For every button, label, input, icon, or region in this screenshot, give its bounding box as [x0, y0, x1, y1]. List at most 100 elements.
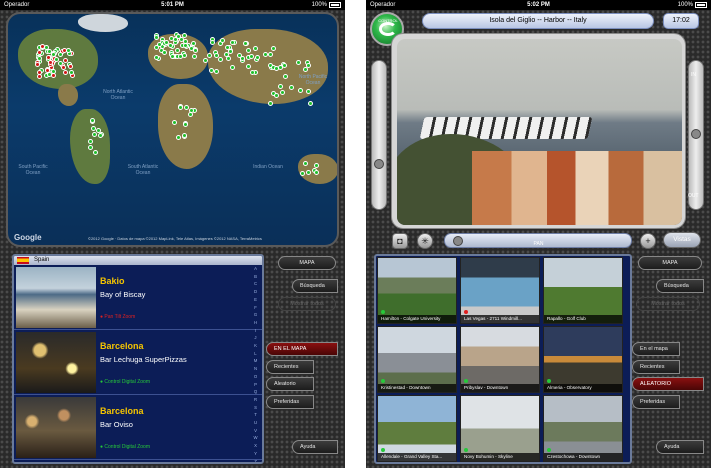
webcam-pin-icon[interactable] — [302, 161, 308, 167]
webcam-pin-icon[interactable] — [229, 39, 235, 45]
camera-grid[interactable]: Hamilton - Colgate University Las Vegas -… — [374, 254, 632, 464]
webcam-pin-icon[interactable] — [224, 44, 230, 50]
index-letter[interactable]: R — [254, 396, 257, 404]
webcam-pin-icon[interactable] — [182, 121, 188, 127]
zoom-slider[interactable] — [688, 60, 704, 210]
index-letter[interactable]: F — [254, 304, 257, 312]
webcam-pin-icon[interactable] — [282, 73, 288, 79]
index-letter[interactable]: L — [254, 350, 256, 358]
index-letter[interactable]: T — [254, 411, 257, 419]
mostrar-todos-button[interactable]: Mostrar todos — [278, 297, 336, 311]
index-letter[interactable]: W — [253, 434, 257, 442]
webcam-pin-icon[interactable] — [267, 52, 273, 58]
webcam-pin-icon[interactable] — [296, 59, 302, 65]
index-letter[interactable]: A — [254, 265, 257, 273]
webcam-pin-icon[interactable] — [299, 170, 305, 176]
index-letter[interactable]: P — [254, 381, 257, 389]
webcam-pin-icon[interactable] — [154, 34, 160, 40]
world-map[interactable]: North Atlantic Ocean South Atlantic Ocea… — [6, 12, 339, 247]
webcam-pin-icon[interactable] — [214, 68, 220, 74]
index-letter[interactable]: H — [254, 319, 257, 327]
busqueda-button[interactable]: Búsqueda — [292, 279, 338, 293]
webcam-pin-icon[interactable] — [298, 87, 304, 93]
en-el-mapa-button[interactable]: EN EL MAPA — [266, 342, 338, 356]
webcam-pin-icon[interactable] — [182, 42, 188, 48]
list-item[interactable]: Barcelona Bar Oviso ● Control Digital Zo… — [14, 395, 262, 460]
webcam-pin-icon[interactable] — [237, 52, 243, 58]
index-letter[interactable]: O — [254, 373, 257, 381]
webcam-pin-icon[interactable] — [181, 132, 187, 138]
index-letter[interactable]: M — [254, 357, 258, 365]
list-item[interactable]: Bakio Bay of Biscay ● Pan Tilt Zoom — [14, 265, 262, 330]
index-letter[interactable]: Y — [254, 450, 257, 458]
webcam-pin-icon[interactable] — [97, 132, 103, 138]
webcam-pin-icon[interactable] — [178, 53, 184, 59]
ayuda-button[interactable]: Ayuda — [656, 440, 704, 454]
webcam-pin-icon[interactable] — [46, 71, 52, 77]
webcam-pin-icon[interactable] — [89, 118, 95, 124]
index-letter[interactable]: I — [255, 327, 256, 335]
webcam-pin-icon[interactable] — [93, 149, 99, 155]
webcam-pin-icon[interactable] — [175, 47, 181, 53]
webcam-pin-icon[interactable] — [242, 40, 248, 46]
preferidas-button[interactable]: Preferidas — [632, 395, 680, 409]
index-letter[interactable]: Q — [254, 388, 257, 396]
mapa-button[interactable]: MAPA — [278, 256, 336, 270]
left-tilt-slider[interactable] — [371, 60, 387, 210]
index-letter[interactable]: N — [254, 365, 257, 373]
webcam-pin-icon[interactable] — [249, 53, 255, 59]
live-camera-image[interactable] — [397, 39, 682, 225]
camera-tile[interactable]: Almeria - Observatory — [543, 326, 623, 393]
webcam-pin-icon[interactable] — [184, 104, 190, 110]
webcam-pin-icon[interactable] — [172, 37, 178, 43]
mapa-button[interactable]: MAPA — [638, 256, 702, 270]
aleatorio-button[interactable]: Aleatorio — [266, 377, 314, 391]
webcam-pin-icon[interactable] — [209, 39, 215, 45]
webcam-pin-icon[interactable] — [206, 52, 212, 58]
index-letter[interactable]: V — [254, 427, 257, 435]
webcam-pin-icon[interactable] — [252, 46, 258, 52]
webcam-pin-icon[interactable] — [191, 53, 197, 59]
recientes-button[interactable]: Recientes — [632, 360, 680, 374]
index-letter[interactable]: U — [254, 419, 257, 427]
index-letter[interactable]: S — [254, 404, 257, 412]
index-letter[interactable]: G — [254, 311, 257, 319]
webcam-pin-icon[interactable] — [209, 67, 215, 73]
recientes-button[interactable]: Recientes — [266, 360, 314, 374]
ayuda-button[interactable]: Ayuda — [292, 440, 338, 454]
webcam-pin-icon[interactable] — [60, 64, 66, 70]
camera-tile[interactable]: Kristinestad - Downtown — [377, 326, 457, 393]
alphabet-index[interactable]: ABCDEFGHIJKLMNOPQRSTUVWXYZ — [251, 265, 260, 462]
slider-knob[interactable] — [691, 129, 701, 139]
camera-tile[interactable]: Novy Bohumin - Skyline — [460, 395, 540, 462]
add-favorite-icon[interactable]: + — [640, 233, 656, 249]
index-letter[interactable]: E — [254, 296, 257, 304]
index-letter[interactable]: C — [254, 280, 257, 288]
camera-tile[interactable]: Las Vegas - 2711 Windmill... — [460, 257, 540, 324]
webcam-pin-icon[interactable] — [307, 101, 313, 107]
webcam-pin-icon[interactable] — [88, 138, 94, 144]
list-item[interactable]: Barcelona Bar Lechuga SuperPizzas ● Cont… — [14, 330, 262, 395]
webcam-pin-icon[interactable] — [188, 108, 194, 114]
webcam-list[interactable]: Spain Bakio Bay of Biscay ● Pan Tilt Zoo… — [12, 254, 264, 464]
webcam-pin-icon[interactable] — [190, 41, 196, 47]
index-letter[interactable]: J — [254, 334, 256, 342]
webcam-pin-icon[interactable] — [54, 56, 60, 62]
webcam-pin-icon[interactable] — [255, 54, 261, 60]
webcam-pin-icon[interactable] — [63, 69, 69, 75]
aleatorio-button[interactable]: ALEATORIO — [632, 377, 704, 391]
index-letter[interactable]: B — [254, 273, 257, 281]
busqueda-button[interactable]: Búsqueda — [656, 279, 704, 293]
camera-tile[interactable]: Pribyslav - Downtown — [460, 326, 540, 393]
webcam-pin-icon[interactable] — [273, 93, 279, 99]
webcam-pin-icon[interactable] — [305, 88, 311, 94]
webcam-pin-icon[interactable] — [268, 101, 274, 107]
camera-tile[interactable]: Czestochowa - Downtown — [543, 395, 623, 462]
mostrar-todos-button[interactable]: Mostrar todos — [636, 297, 700, 311]
camera-tile[interactable]: Allendale - Grand Valley Sta... — [377, 395, 457, 462]
camera-tile[interactable]: Hamilton - Colgate University — [377, 257, 457, 324]
webcam-pin-icon[interactable] — [68, 63, 74, 69]
webcam-pin-icon[interactable] — [305, 170, 311, 176]
index-letter[interactable]: X — [254, 442, 257, 450]
en-el-mapa-button[interactable]: En el mapa — [632, 342, 680, 356]
